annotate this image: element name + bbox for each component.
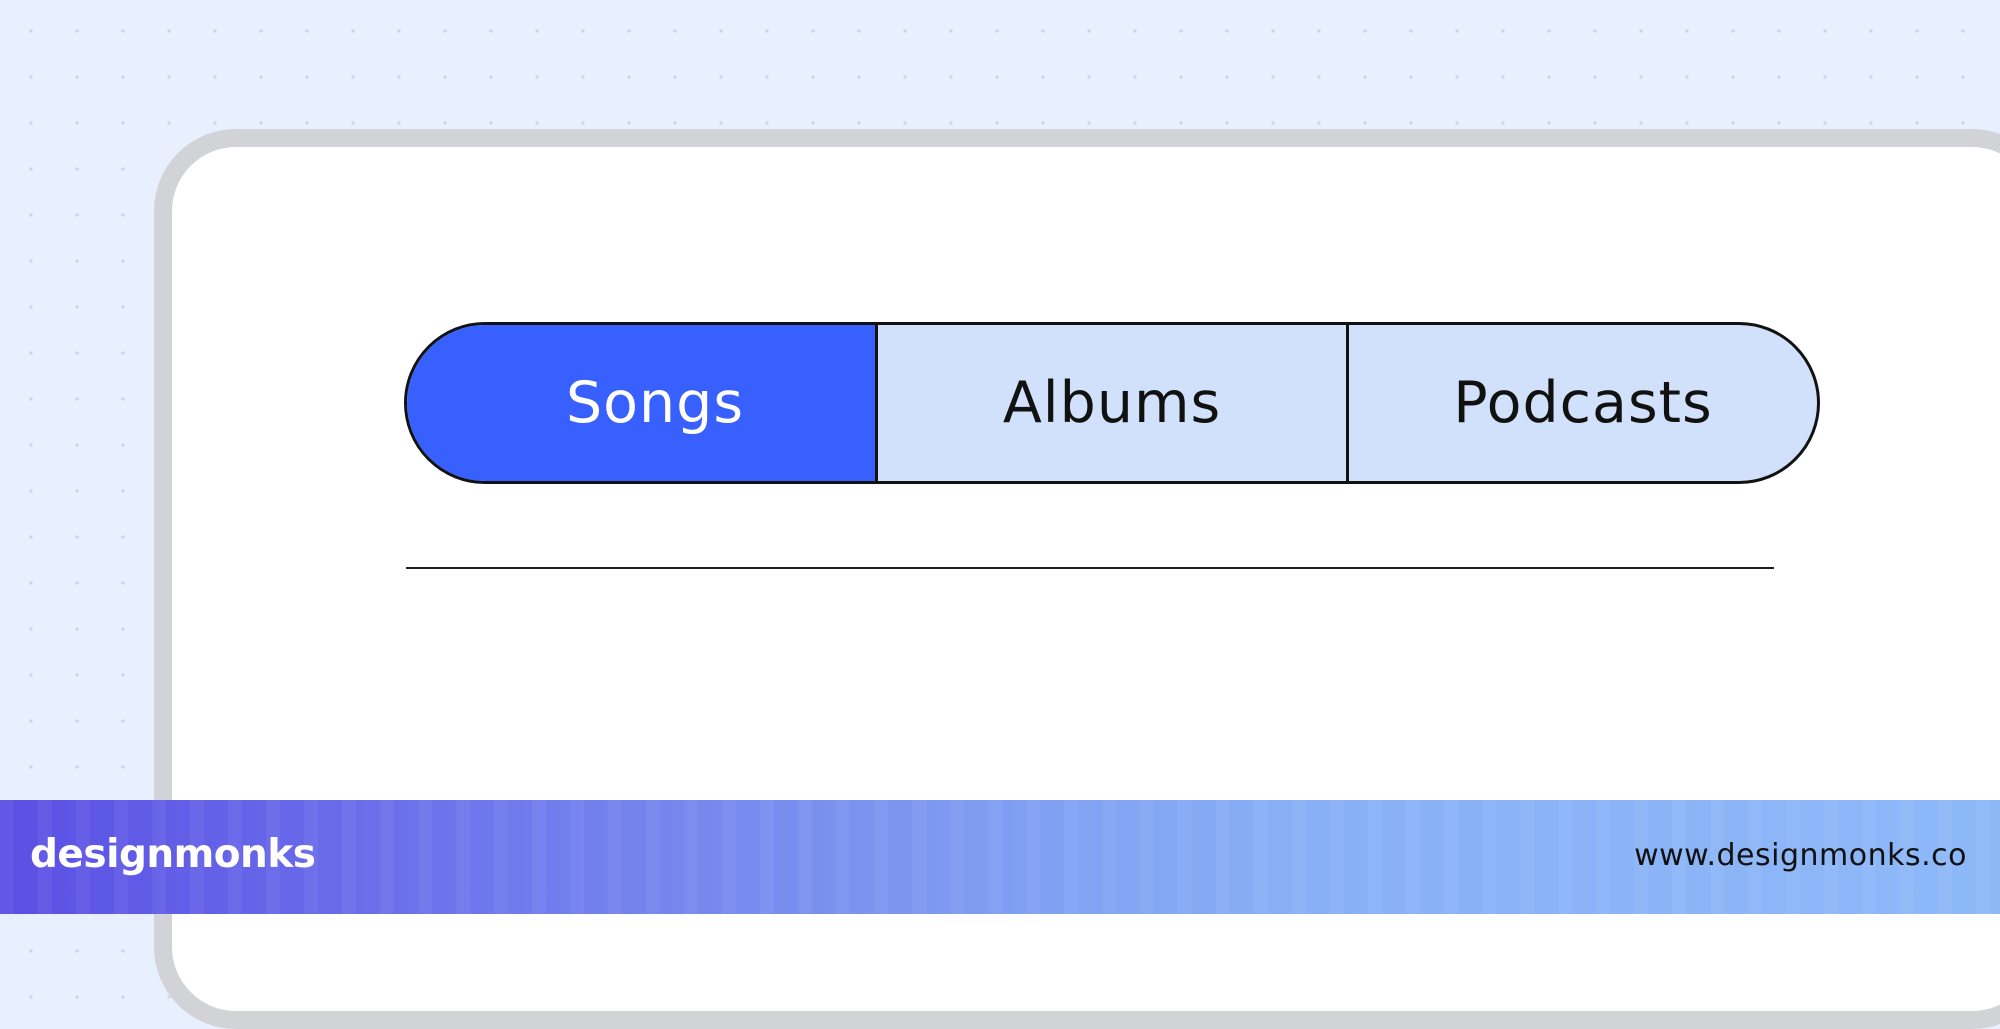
tab-songs-label: Songs xyxy=(565,370,745,436)
tab-podcasts-label: Podcasts xyxy=(1453,370,1713,436)
tab-songs[interactable]: Songs xyxy=(407,325,875,481)
tab-podcasts[interactable]: Podcasts xyxy=(1346,325,1817,481)
footer-url: www.designmonks.co xyxy=(1634,838,1967,873)
content-divider xyxy=(406,567,1774,569)
tab-albums[interactable]: Albums xyxy=(875,325,1346,481)
brand-logo: designmonks xyxy=(30,832,316,877)
tab-albums-label: Albums xyxy=(1002,370,1222,436)
footer-bar: designmonks www.designmonks.co xyxy=(0,800,2000,914)
segmented-control: Songs Albums Podcasts xyxy=(404,322,1820,484)
